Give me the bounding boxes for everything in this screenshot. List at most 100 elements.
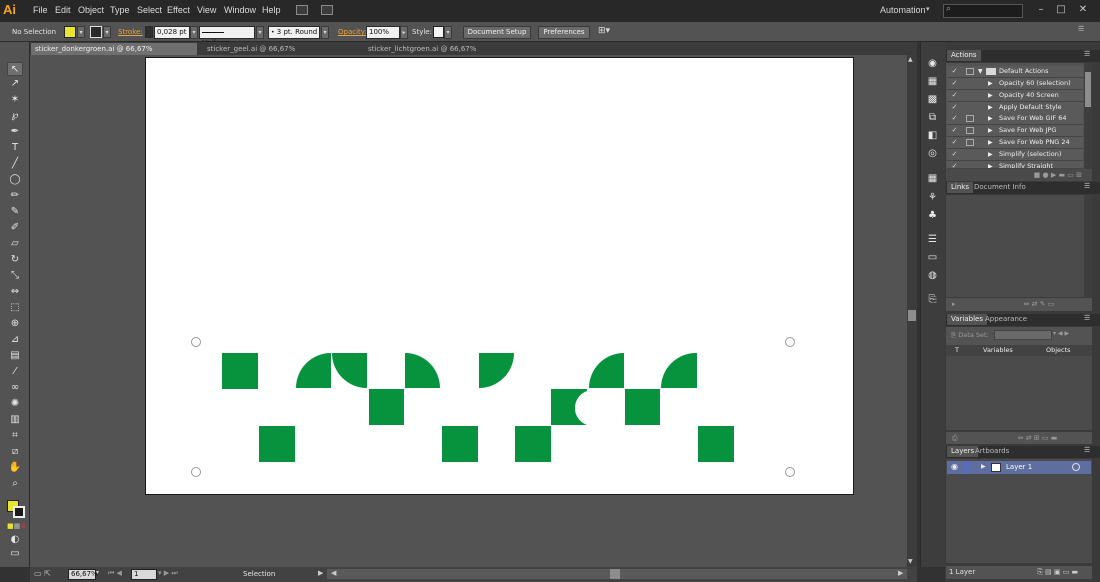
- document-setup-button[interactable]: Document Setup: [463, 26, 531, 39]
- type-tool-icon[interactable]: T: [7, 141, 23, 155]
- menu-effect[interactable]: Effect: [167, 5, 190, 15]
- style-dropdown[interactable]: ▾: [444, 26, 452, 39]
- symbol-sprayer-tool-icon[interactable]: ✺: [7, 397, 23, 411]
- eyedropper-tool-icon[interactable]: ⁄: [7, 365, 23, 379]
- actions-scroll-thumb[interactable]: [1085, 72, 1091, 107]
- layers-stack-icon[interactable]: ⧉: [926, 112, 939, 123]
- green-square[interactable]: [625, 389, 660, 425]
- expand-icon[interactable]: ▶: [988, 161, 993, 168]
- artboard-number-input[interactable]: 1: [131, 569, 157, 580]
- menu-window[interactable]: Window: [224, 5, 256, 15]
- workspace-switcher[interactable]: Automation: [880, 5, 926, 15]
- paintbrush-tool-icon[interactable]: ✏: [7, 189, 23, 203]
- blob-brush-tool-icon[interactable]: ✐: [7, 221, 23, 235]
- help-search-input[interactable]: [943, 4, 1023, 18]
- appearance-icon[interactable]: ◎: [926, 148, 939, 159]
- column-graph-tool-icon[interactable]: ▥: [7, 413, 23, 427]
- layer-row[interactable]: ◉ ▶ Layer 1: [947, 461, 1091, 474]
- control-panel-menu-icon[interactable]: ☰: [1078, 25, 1084, 33]
- fill-swatch[interactable]: [64, 26, 76, 38]
- artboard[interactable]: [145, 57, 854, 495]
- brushes-icon[interactable]: ⚘: [926, 192, 939, 203]
- grid-panel-icon[interactable]: ▦: [926, 173, 939, 184]
- links-scrollbar[interactable]: [1084, 195, 1092, 297]
- tab-sticker-lichtgroen[interactable]: sticker_lichtgroen.ai @ 66,67% (RGB/Prev…: [364, 43, 534, 65]
- green-square[interactable]: [515, 426, 551, 462]
- expand-layer-icon[interactable]: ▶: [981, 463, 986, 470]
- expand-icon[interactable]: ▼: [978, 66, 983, 77]
- check-icon[interactable]: ✓: [950, 79, 959, 88]
- gradient-panel-icon[interactable]: ◧: [926, 130, 939, 141]
- green-square[interactable]: [222, 353, 258, 389]
- artboards-panel-icon[interactable]: ⎘: [926, 294, 939, 305]
- tab-actions[interactable]: Actions: [947, 50, 981, 61]
- graphic-style-swatch[interactable]: [433, 26, 444, 38]
- draw-mode-icon[interactable]: ◐: [7, 533, 23, 547]
- green-square[interactable]: [442, 426, 478, 462]
- dialog-toggle-icon[interactable]: [966, 68, 974, 75]
- menu-edit[interactable]: Edit: [55, 5, 71, 15]
- shape-builder-tool-icon[interactable]: ⊕: [7, 317, 23, 331]
- fill-dropdown[interactable]: ▾: [77, 26, 85, 38]
- dialog-toggle-icon[interactable]: [966, 127, 974, 134]
- tab-sticker-geel[interactable]: sticker_geel.ai @ 66,67% (RGB/Preview)✕: [203, 43, 355, 65]
- chevron-down-icon[interactable]: ▾: [926, 5, 930, 13]
- tab-appearance[interactable]: Appearance: [981, 314, 1031, 325]
- check-icon[interactable]: ✓: [950, 150, 959, 159]
- vertical-scroll-thumb[interactable]: [908, 310, 916, 321]
- check-icon[interactable]: ✓: [950, 91, 959, 100]
- green-square[interactable]: [698, 426, 734, 462]
- symbols-club-icon[interactable]: ♣: [926, 210, 939, 221]
- action-row[interactable]: ✓ ▶ Save For Web JPG Medium: [947, 125, 1083, 145]
- status-menu-icon[interactable]: ▶: [318, 569, 323, 577]
- variable-width-profile[interactable]: Uniform: [199, 26, 255, 47]
- eraser-tool-icon[interactable]: ▱: [7, 237, 23, 251]
- zoom-tool-icon[interactable]: ⌕: [7, 477, 23, 491]
- arrange-documents-icon[interactable]: [321, 5, 333, 15]
- status-icons[interactable]: ▭ ⇱: [34, 569, 51, 578]
- opacity-input[interactable]: 100%: [366, 26, 400, 39]
- artboard-next-last-icon[interactable]: ▾ ▶ ⏭: [158, 569, 178, 578]
- hand-tool-icon[interactable]: ✋: [7, 461, 23, 475]
- action-row[interactable]: ✓ ▶ Simplify Straight (selection): [947, 161, 1083, 169]
- scroll-left-icon[interactable]: ◀: [331, 569, 336, 577]
- stroke-stepper[interactable]: [145, 26, 153, 38]
- dialog-toggle-icon[interactable]: [966, 115, 974, 122]
- expand-icon[interactable]: ▶: [988, 125, 993, 136]
- rotate-tool-icon[interactable]: ↻: [7, 253, 23, 267]
- check-icon[interactable]: ✓: [950, 67, 959, 76]
- profile-dropdown[interactable]: ▾: [256, 26, 264, 39]
- stroke-swatch[interactable]: [90, 26, 102, 38]
- action-row[interactable]: ✓ ▶ Opacity 60 (selection): [947, 78, 1083, 90]
- preferences-button[interactable]: Preferences: [538, 26, 590, 39]
- slice-tool-icon[interactable]: ⧄: [7, 445, 23, 459]
- green-square[interactable]: [369, 389, 404, 425]
- menu-view[interactable]: View: [197, 5, 216, 15]
- free-transform-tool-icon[interactable]: ⬚: [7, 301, 23, 315]
- opacity-label[interactable]: Opacity:: [338, 28, 367, 36]
- stroke-panel-icon[interactable]: ☰: [926, 234, 939, 245]
- menu-type[interactable]: Type: [110, 5, 130, 15]
- dialog-toggle-icon[interactable]: [966, 139, 974, 146]
- symbols-icon[interactable]: ▩: [926, 94, 939, 105]
- pathfinder-icon[interactable]: ◍: [926, 270, 939, 281]
- green-square[interactable]: [259, 426, 295, 462]
- width-tool-icon[interactable]: ⇔: [7, 285, 23, 299]
- expand-icon[interactable]: ▶: [988, 90, 993, 101]
- pen-tool-icon[interactable]: ✒: [7, 125, 23, 139]
- arrange-icon[interactable]: ⊞▾: [598, 26, 610, 36]
- zoom-dropdown[interactable]: ▾: [96, 569, 99, 576]
- brush-definition[interactable]: • 3 pt. Round: [268, 26, 320, 39]
- swatches-icon[interactable]: ▦: [926, 76, 939, 87]
- brush-dropdown[interactable]: ▾: [321, 26, 329, 39]
- stroke-color-box[interactable]: [13, 506, 25, 518]
- visibility-eye-icon[interactable]: ◉: [951, 462, 958, 471]
- data-set-dropdown[interactable]: [994, 330, 1052, 340]
- artboard-first-prev-icon[interactable]: ⏮ ◀: [108, 569, 122, 578]
- horizontal-scroll-thumb[interactable]: [610, 569, 620, 579]
- blend-tool-icon[interactable]: ∞: [7, 381, 23, 395]
- close-button[interactable]: ✕: [1076, 3, 1090, 17]
- check-icon[interactable]: ✓: [950, 162, 959, 168]
- layer-name[interactable]: Layer 1: [1006, 463, 1032, 471]
- variables-footer[interactable]: ⎙ ⇔ ⇄ ⊞ ▭ ▬: [946, 432, 1092, 444]
